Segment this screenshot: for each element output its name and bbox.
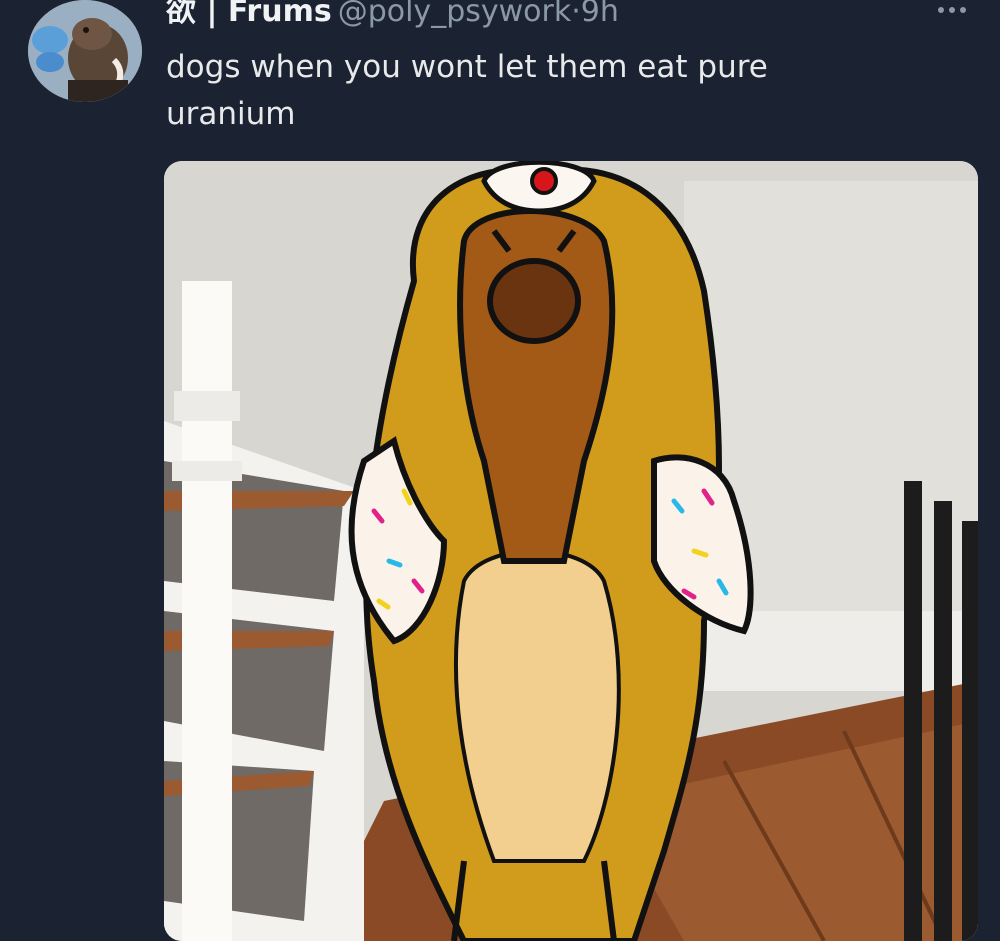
tweet-text: dogs when you wont let them eat pure ura… xyxy=(166,49,768,132)
handle[interactable]: @poly_psywork xyxy=(338,0,572,29)
avatar[interactable] xyxy=(28,0,142,102)
tweet-header: 欲 | Frums @poly_psywork·9h xyxy=(166,0,619,34)
display-name[interactable]: 欲 | Frums xyxy=(166,0,332,29)
tweet-media[interactable] xyxy=(164,161,978,941)
more-horizontal-icon[interactable] xyxy=(938,0,978,18)
tweet[interactable]: 欲 | Frums @poly_psywork·9h dogs when you … xyxy=(0,0,1000,941)
media-image xyxy=(164,161,978,941)
separator-dot: · xyxy=(571,0,581,29)
timestamp[interactable]: 9h xyxy=(581,0,619,29)
